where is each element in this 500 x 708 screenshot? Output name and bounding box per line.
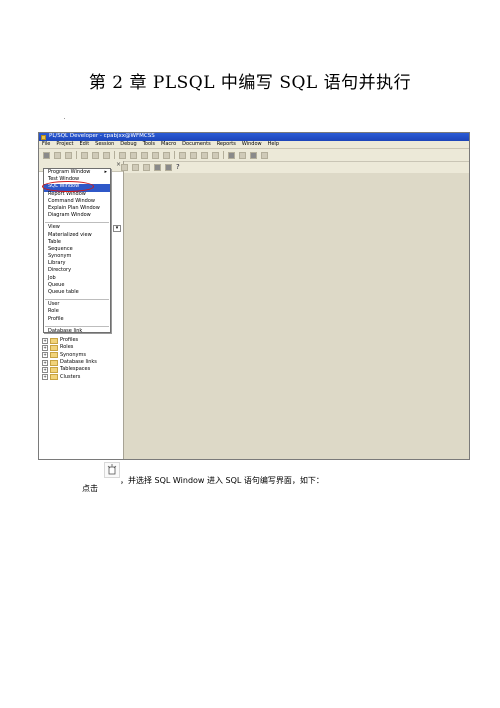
menu-item[interactable]: Queue table <box>44 289 110 297</box>
undo-icon[interactable] <box>92 151 99 159</box>
menu-file[interactable]: File <box>42 142 50 147</box>
workspace-area <box>124 173 469 459</box>
rollback-icon[interactable] <box>261 151 268 159</box>
save-icon[interactable] <box>65 151 72 159</box>
app-icon <box>41 134 46 140</box>
menu-item[interactable]: Profile <box>44 316 110 324</box>
expand-icon[interactable]: + <box>42 374 48 381</box>
tree-node[interactable]: + Tablespaces <box>42 366 97 373</box>
new-window-icon <box>104 462 120 478</box>
execute-icon[interactable] <box>228 151 235 159</box>
expand-icon[interactable]: + <box>42 344 48 351</box>
menu-edit[interactable]: Edit <box>79 142 89 147</box>
folder-icon <box>50 366 58 373</box>
menu-tools[interactable]: Tools <box>143 142 155 147</box>
menu-help[interactable]: Help <box>268 142 279 147</box>
toolbar-separator <box>174 151 175 159</box>
indent-icon[interactable] <box>179 151 186 159</box>
window-titlebar: PL/SQL Developer - cpabjxx@WFMCSS <box>39 133 469 141</box>
menu-project[interactable]: Project <box>56 142 73 147</box>
instruction-prefix: 点击 <box>82 484 98 493</box>
paste-icon[interactable] <box>141 151 148 159</box>
folder-icon <box>50 352 58 359</box>
menu-session[interactable]: Session <box>95 142 114 147</box>
expand-icon[interactable]: + <box>42 366 48 373</box>
tree-node[interactable]: + Database links <box>42 359 97 366</box>
menu-reports[interactable]: Reports <box>217 142 236 147</box>
redo-icon[interactable] <box>103 151 110 159</box>
menu-item[interactable]: Database link <box>44 328 110 336</box>
replace-icon[interactable] <box>163 151 170 159</box>
window-list-icon[interactable] <box>121 163 128 171</box>
menu-separator <box>45 325 109 327</box>
menu-item[interactable]: Diagram Window <box>44 213 110 220</box>
menu-separator <box>45 222 109 224</box>
help-icon[interactable]: ? <box>176 163 180 171</box>
secondary-toolbar: ? <box>121 161 180 173</box>
tile-icon[interactable] <box>132 163 139 171</box>
menu-window[interactable]: Window <box>242 142 262 147</box>
tree-node[interactable]: + Profiles <box>42 337 97 344</box>
outdent-icon[interactable] <box>190 151 197 159</box>
uncomment-icon[interactable] <box>212 151 219 159</box>
dot-mark <box>64 118 65 119</box>
chevron-right-icon: ▸ <box>104 169 107 175</box>
tree-node[interactable]: + Clusters <box>42 373 97 381</box>
connect-icon[interactable] <box>154 163 161 171</box>
folder-icon <box>50 374 58 381</box>
toolbar-separator <box>114 151 115 159</box>
folder-icon <box>50 359 58 366</box>
folder-icon <box>50 344 58 351</box>
object-tree: + Profiles + Roles + Synonyms + Database lin… <box>42 337 97 381</box>
expand-icon[interactable]: + <box>42 359 48 366</box>
menu-bar: File Project Edit Session Debug Tools Ma… <box>39 141 469 149</box>
window-title: PL/SQL Developer - cpabjxx@WFMCSS <box>49 133 155 140</box>
new-icon[interactable] <box>43 151 50 159</box>
toolbar-separator <box>223 151 224 159</box>
menu-documents[interactable]: Documents <box>182 142 211 147</box>
cut-icon[interactable] <box>119 151 126 159</box>
copy-icon[interactable] <box>130 151 137 159</box>
menu-macro[interactable]: Macro <box>161 142 176 147</box>
new-window-dropdown: Program Window ▸ Test Window SQL Window R… <box>42 168 111 336</box>
printer-icon[interactable] <box>165 163 172 171</box>
break-icon[interactable] <box>239 151 246 159</box>
highlight-circle <box>42 181 94 192</box>
expand-icon[interactable]: + <box>42 352 48 359</box>
menu-separator <box>45 299 109 301</box>
find-icon[interactable] <box>152 151 159 159</box>
screenshot-window: PL/SQL Developer - cpabjxx@WFMCSS File P… <box>38 132 470 460</box>
instruction-text: ，并选择 SQL Window 进入 SQL 语句编写界面，如下： <box>120 476 324 485</box>
print-icon[interactable] <box>81 151 88 159</box>
commit-icon[interactable] <box>250 151 257 159</box>
chapter-heading: 第 2 章 PLSQL 中编写 SQL 语句并执行 <box>88 73 412 93</box>
tree-node[interactable]: + Synonyms <box>42 352 97 359</box>
folder-icon <box>50 337 58 344</box>
menu-debug[interactable]: Debug <box>120 142 136 147</box>
toolbar-separator <box>76 151 77 159</box>
open-icon[interactable] <box>54 151 61 159</box>
chevron-down-icon[interactable]: ▾ <box>113 225 121 232</box>
cascade-icon[interactable] <box>143 163 150 171</box>
tree-node[interactable]: + Roles <box>42 344 97 351</box>
comment-icon[interactable] <box>201 151 208 159</box>
expand-icon[interactable]: + <box>42 337 48 344</box>
